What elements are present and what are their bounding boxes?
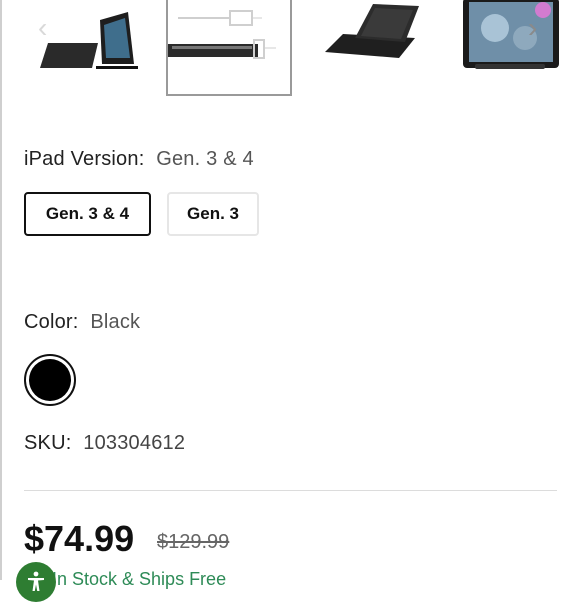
option-gen-3-4-button[interactable]: Gen. 3 & 4 xyxy=(24,192,151,236)
ipad-version-label: iPad Version: xyxy=(24,148,145,170)
ipad-version-label-row: iPad Version: Gen. 3 & 4 xyxy=(24,148,254,171)
thumbnail-side-diagram[interactable] xyxy=(166,0,292,96)
thumbnail-keyboard-closed[interactable] xyxy=(315,0,430,98)
accessibility-button[interactable] xyxy=(16,562,56,602)
thumbnail-keyboard-open[interactable] xyxy=(30,0,155,98)
divider xyxy=(24,490,557,491)
chevron-right-icon[interactable]: › xyxy=(528,14,537,42)
color-label: Color: xyxy=(24,311,79,333)
sku-row: SKU: 103304612 xyxy=(24,432,185,455)
current-price: $74.99 xyxy=(24,518,135,559)
accessibility-icon xyxy=(28,571,44,591)
chevron-left-icon[interactable]: ‹ xyxy=(38,14,47,42)
color-swatch-fill xyxy=(29,359,71,401)
thumbnail-gallery: ‹ › xyxy=(0,0,580,100)
sku-value: 103304612 xyxy=(83,432,186,454)
thumbnail-ipad-pencil[interactable] xyxy=(455,0,565,98)
ipad-version-selected: Gen. 3 & 4 xyxy=(156,148,254,170)
color-selected: Black xyxy=(90,311,141,333)
keyboard-case-side-diagram-icon xyxy=(168,10,276,59)
color-label-row: Color: Black xyxy=(24,311,140,334)
original-price: $129.99 xyxy=(157,531,230,553)
keyboard-case-open-icon xyxy=(40,12,138,69)
ipad-with-pencil-icon xyxy=(463,0,559,69)
keyboard-case-closed-icon xyxy=(325,4,419,58)
option-gen-3-button[interactable]: Gen. 3 xyxy=(167,192,259,236)
color-swatch-black[interactable] xyxy=(24,354,76,406)
sku-label: SKU: xyxy=(24,432,72,454)
